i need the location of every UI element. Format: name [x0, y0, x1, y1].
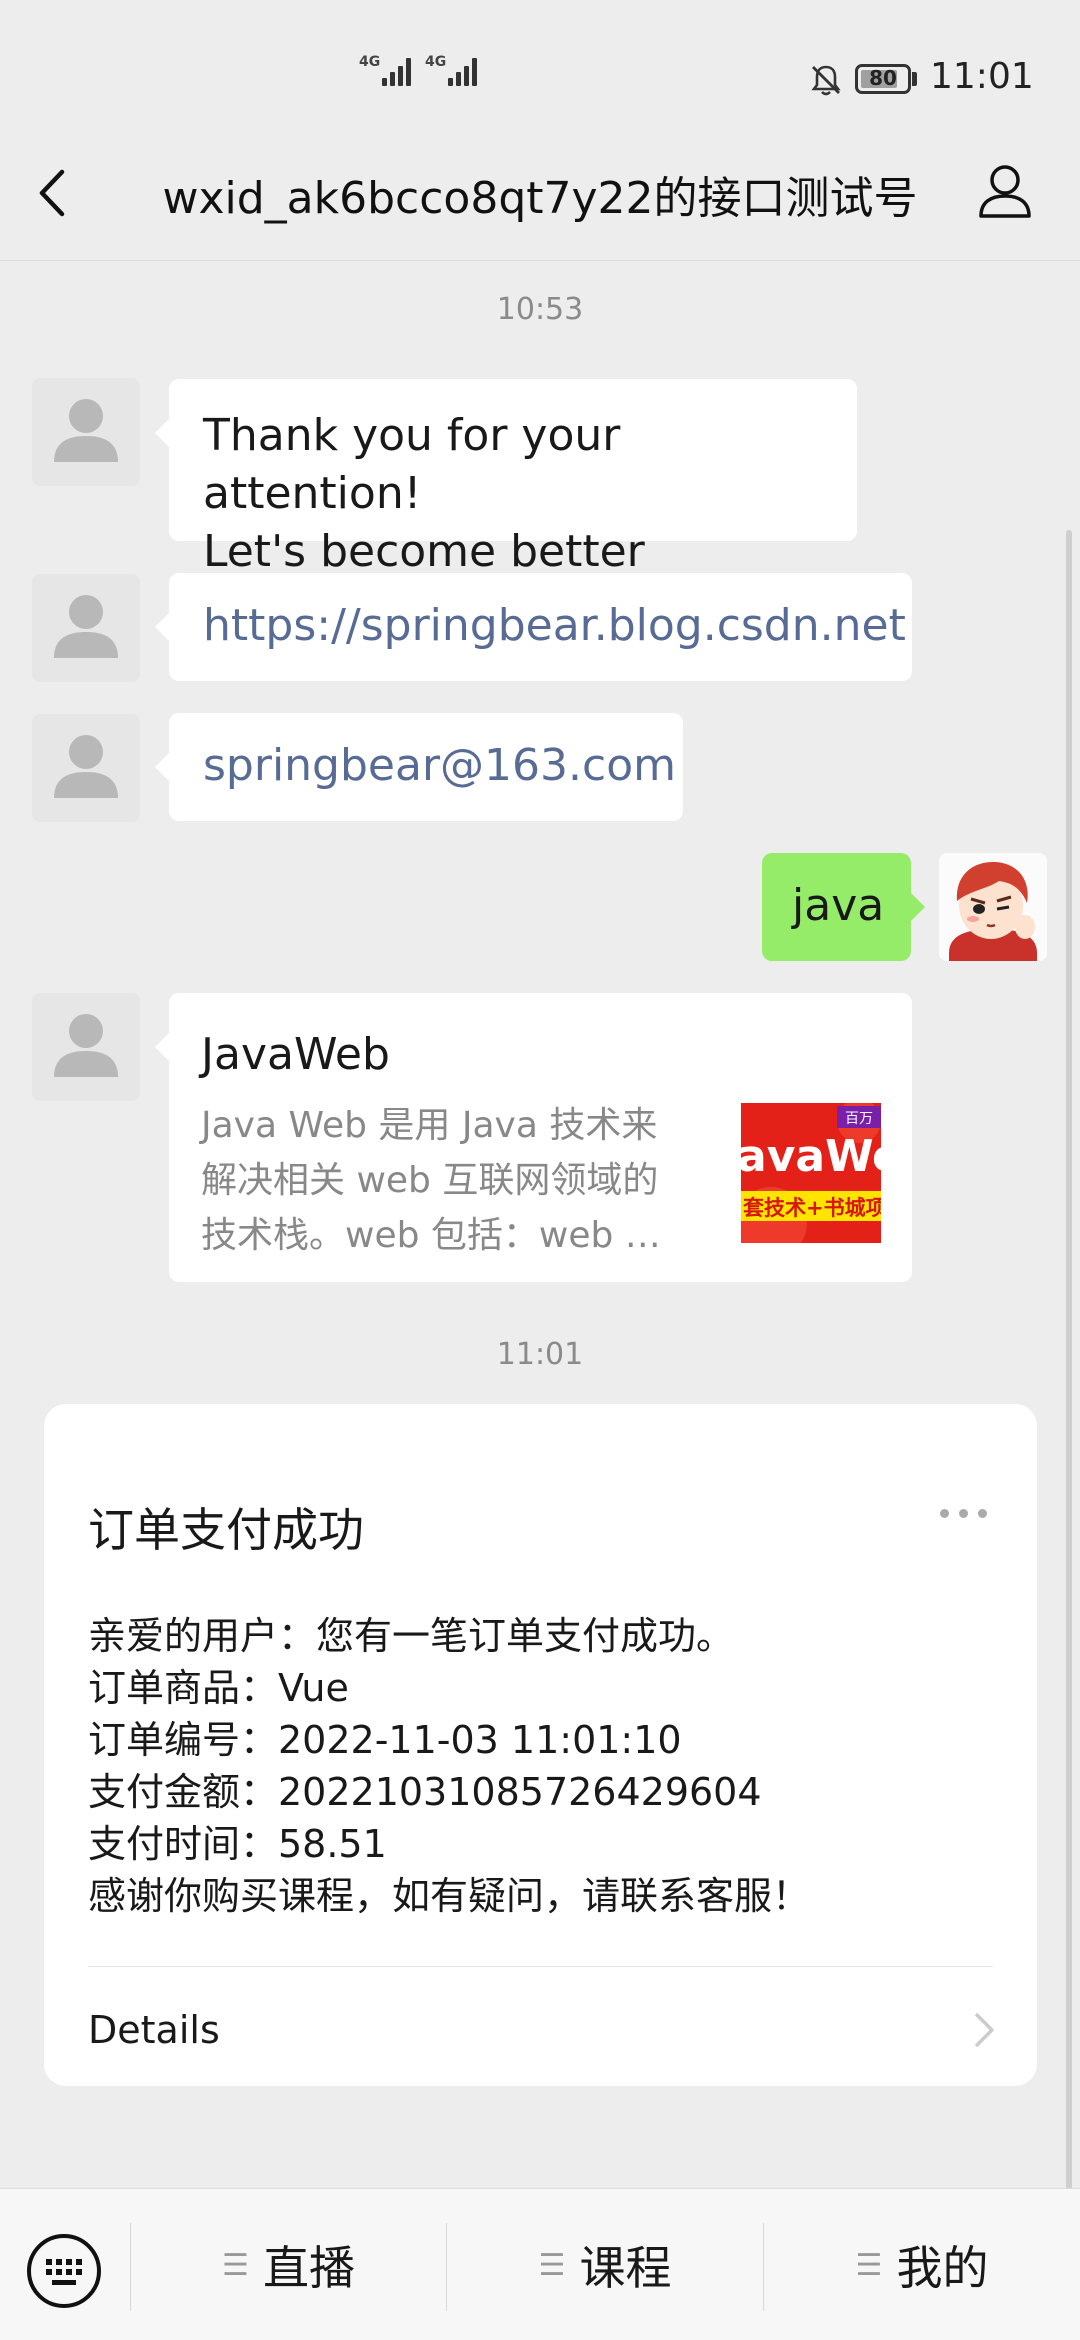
- more-options-icon[interactable]: [940, 1509, 987, 1518]
- details-link[interactable]: Details: [88, 2008, 220, 2052]
- battery-tip: [912, 72, 917, 86]
- menu-list-icon: ☰: [855, 2247, 883, 2283]
- card-line: 感谢你购买课程，如有疑问，请联系客服！: [88, 1874, 811, 1918]
- my-message-text: java: [792, 880, 885, 931]
- default-avatar-icon: [54, 735, 118, 798]
- back-arrow-icon[interactable]: [28, 158, 78, 228]
- thumb-title-text: avaWe: [741, 1131, 881, 1182]
- chevron-right-icon: [974, 2012, 994, 2048]
- keyboard-icon[interactable]: [24, 2231, 104, 2311]
- status-time: 11:01: [930, 56, 1034, 97]
- signal-icon: 4G: [425, 54, 477, 86]
- my-message-bubble[interactable]: java: [762, 853, 925, 961]
- card-title: 订单支付成功: [88, 1503, 364, 1557]
- article-card[interactable]: JavaWeb Java Web 是用 Java 技术来解决相关 web 互联网…: [155, 993, 912, 1282]
- sender-avatar[interactable]: [32, 378, 140, 486]
- menu-list-icon: ☰: [538, 2247, 566, 2283]
- menu-item-label: 我的: [896, 2241, 989, 2295]
- card-line: 亲爱的用户：您有一笔订单支付成功。: [88, 1614, 735, 1658]
- menu-item-courses[interactable]: ☰ 课程: [447, 2189, 763, 2340]
- contact-profile-icon[interactable]: [975, 160, 1035, 220]
- menu-item-mine[interactable]: ☰ 我的: [764, 2189, 1080, 2340]
- cartoon-avatar-icon: [939, 853, 1047, 961]
- default-avatar-icon: [54, 595, 118, 658]
- status-bar: 4G 4G 80 11:01: [0, 0, 1080, 150]
- sender-avatar[interactable]: [32, 993, 140, 1101]
- battery-level: 80: [869, 66, 897, 90]
- scrollbar[interactable]: [1066, 530, 1072, 2190]
- chat-title: wxid_ak6bcco8qt7y22的接口测试号: [162, 173, 918, 224]
- menu-list-icon: ☰: [222, 2247, 249, 2283]
- thumb-subtitle-text: 套技术+书城项: [743, 1196, 881, 1220]
- default-avatar-icon: [54, 399, 118, 462]
- menu-item-label: 直播: [262, 2241, 355, 2295]
- chat-screen: 4G 4G 80 11:01 wxid_ak6bcco8qt7y22的接口测试号…: [0, 0, 1080, 2340]
- article-thumbnail: 百万 avaWe 套技术+书城项: [741, 1103, 881, 1243]
- battery-icon: 80: [855, 64, 911, 94]
- notifications-muted-icon: [811, 65, 841, 96]
- signal-icon: 4G: [359, 54, 411, 86]
- order-notification-card[interactable]: 订单支付成功 亲爱的用户：您有一笔订单支付成功。 订单商品：Vue 订单编号：2…: [44, 1404, 1037, 2086]
- my-avatar[interactable]: [939, 853, 1047, 961]
- article-description: Java Web 是用 Java 技术来解决相关 web 互联网领域的技术栈。w…: [201, 1105, 661, 1256]
- network-type-label: 4G: [425, 54, 447, 70]
- message-timestamp: 10:53: [496, 292, 584, 327]
- network-type-label: 4G: [359, 54, 381, 70]
- blog-link[interactable]: https://springbear.blog.csdn.net: [203, 597, 906, 655]
- article-title: JavaWeb: [201, 1029, 390, 1080]
- message-bubble[interactable]: springbear@163.com: [155, 713, 683, 821]
- message-bubble[interactable]: Thank you for your attention! Let's beco…: [155, 379, 857, 635]
- card-line: 订单编号：2022-11-03 11:01:10: [88, 1718, 682, 1762]
- card-line: 支付金额：20221031085726429604: [88, 1770, 762, 1814]
- card-line: 订单商品：Vue: [88, 1666, 349, 1710]
- message-timestamp: 11:01: [496, 1337, 584, 1372]
- email-link[interactable]: springbear@163.com: [203, 737, 676, 795]
- message-bubble[interactable]: https://springbear.blog.csdn.net: [155, 573, 912, 681]
- card-divider: [88, 1966, 993, 1967]
- menu-item-label: 课程: [579, 2241, 672, 2295]
- sender-avatar[interactable]: [32, 714, 140, 822]
- default-avatar-icon: [54, 1014, 118, 1077]
- menu-item-live[interactable]: ☰ 直播: [131, 2189, 446, 2340]
- bottom-menu-bar: ☰ 直播 ☰ 课程 ☰ 我的: [0, 2188, 1080, 2340]
- card-line: 支付时间：58.51: [88, 1822, 387, 1866]
- thumb-badge-text: 百万: [845, 1111, 873, 1127]
- card-content: 亲爱的用户：您有一笔订单支付成功。 订单商品：Vue 订单编号：2022-11-…: [88, 1610, 810, 1922]
- sender-avatar[interactable]: [32, 574, 140, 682]
